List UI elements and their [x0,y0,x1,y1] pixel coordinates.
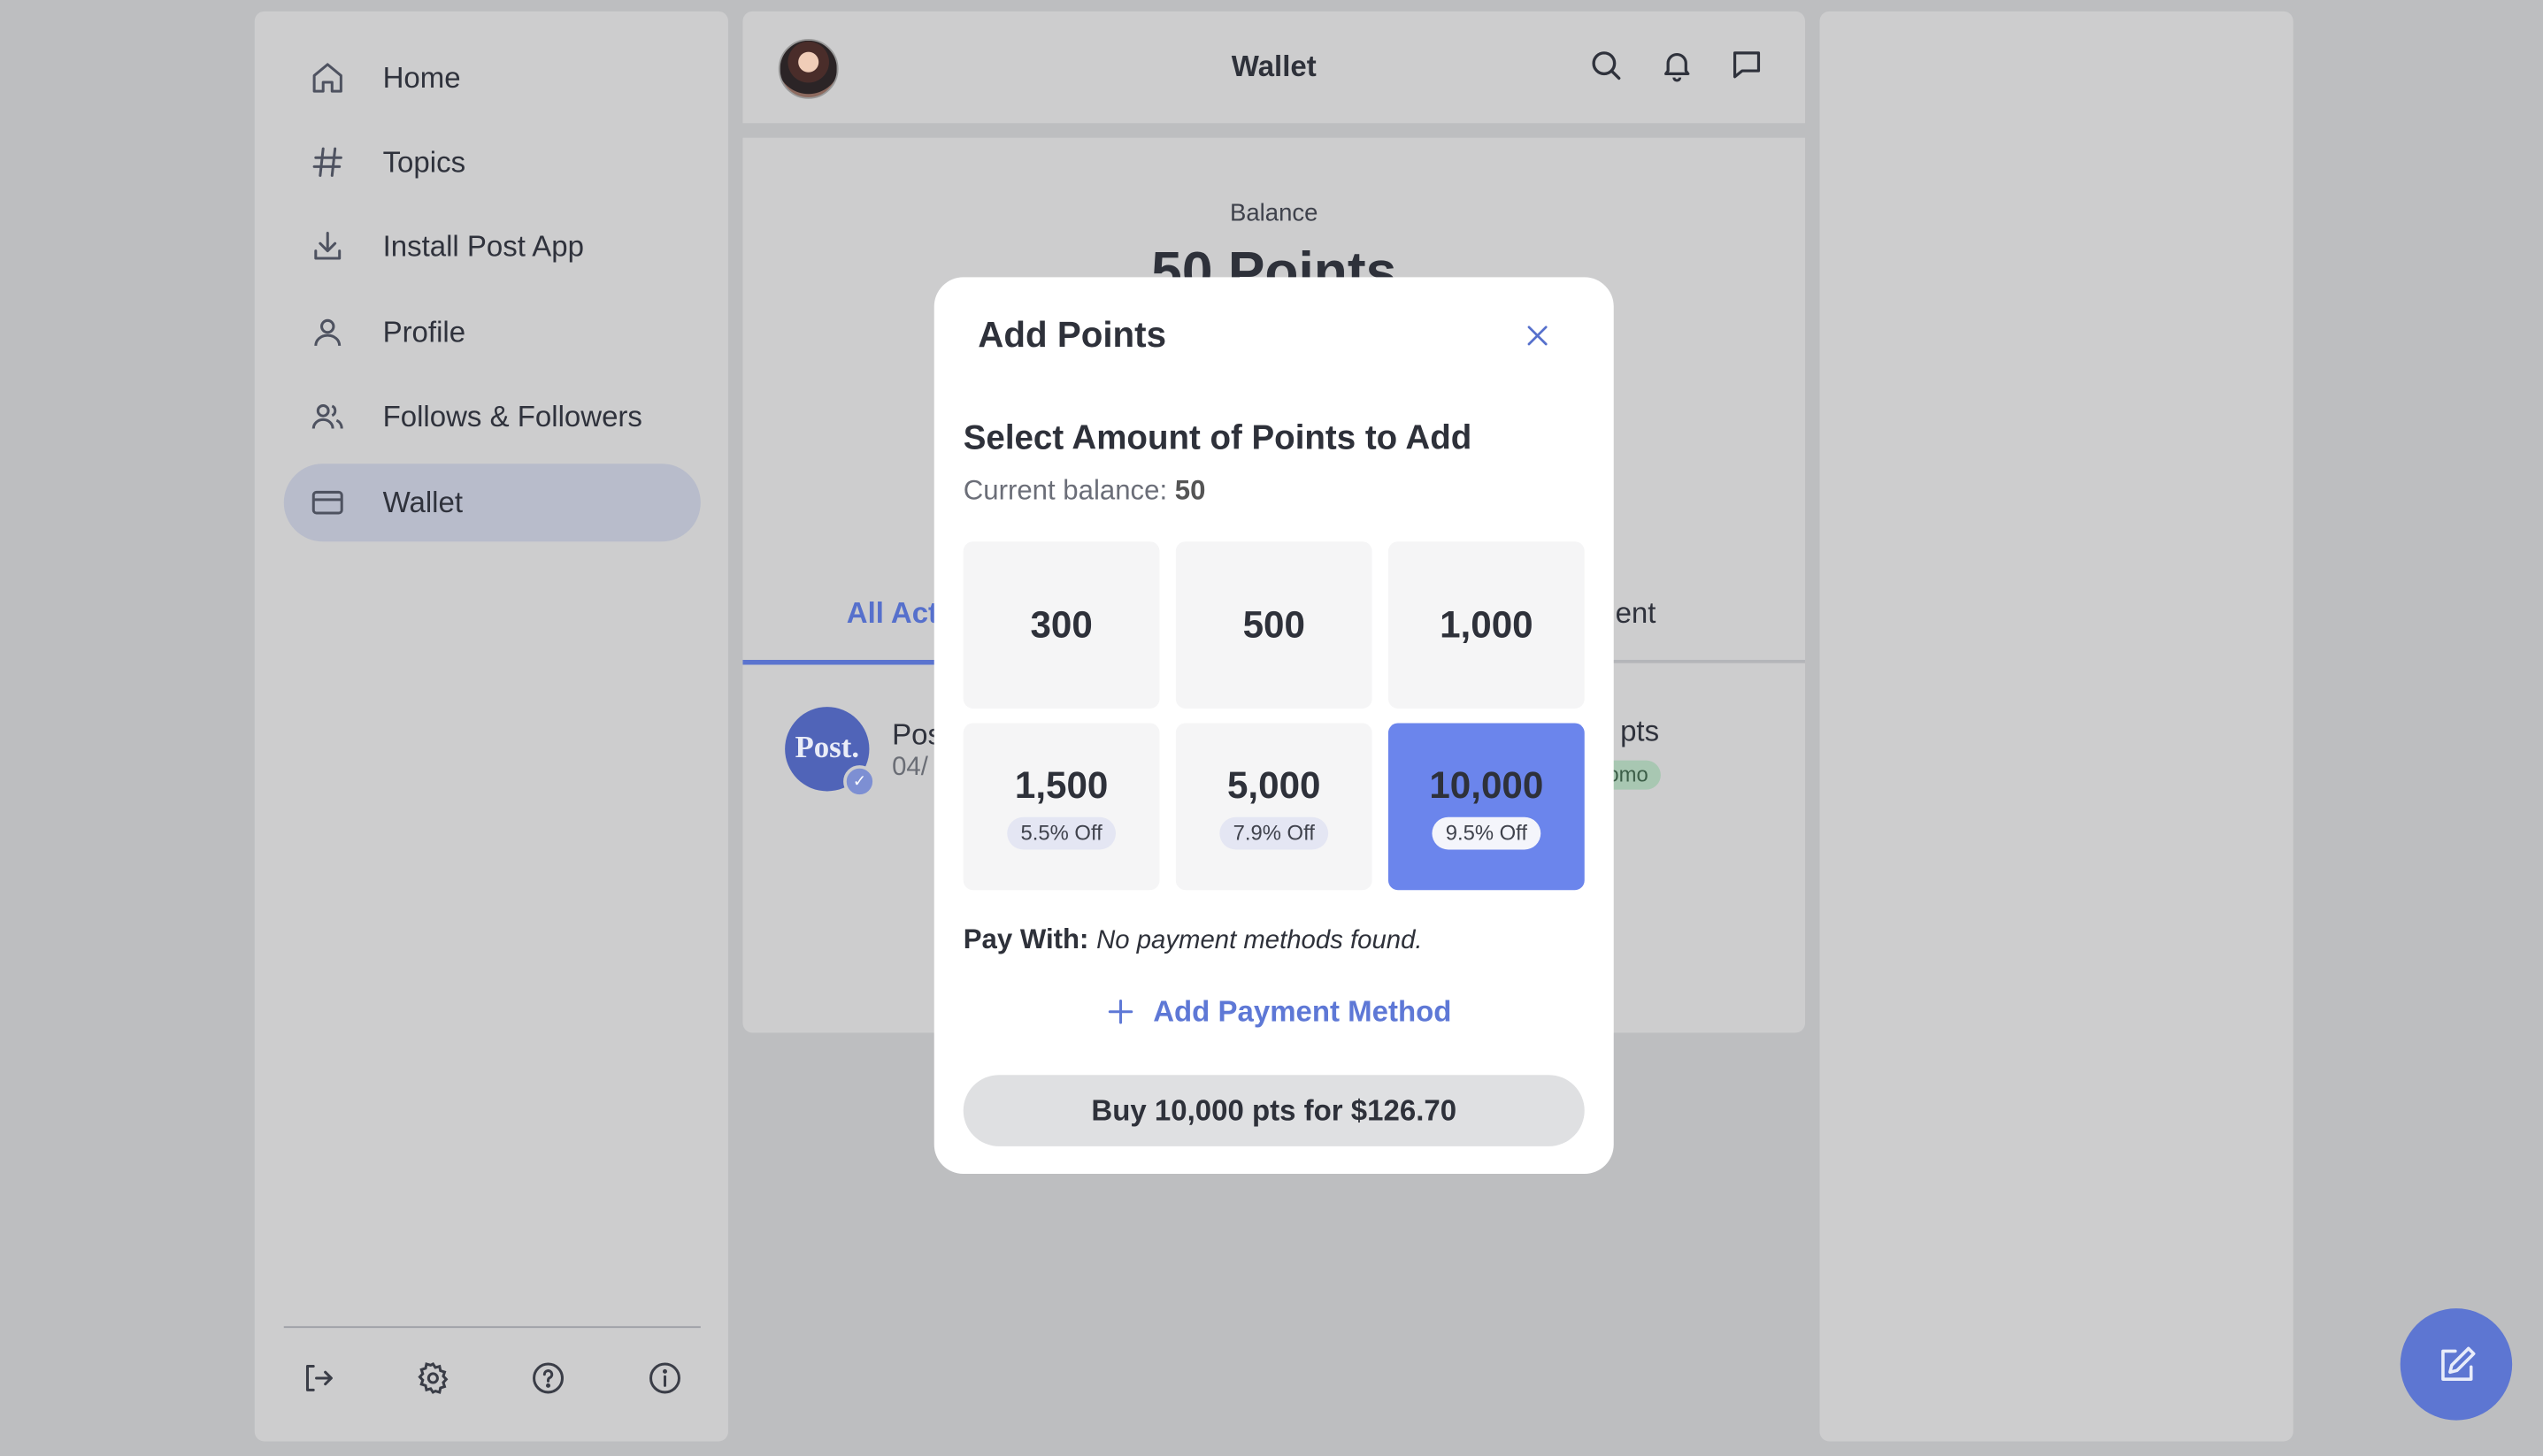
close-icon[interactable] [1518,316,1557,355]
compose-button[interactable] [2400,1308,2513,1421]
sidebar-divider [283,1326,701,1329]
points-option-5000[interactable]: 5,000 7.9% Off [1175,723,1372,891]
current-balance-label: Current balance: [963,475,1168,506]
transaction-points: pts [1620,715,1660,747]
credit-card-icon [306,481,349,524]
sidebar-item-topics[interactable]: Topics [284,123,701,201]
add-points-modal: Add Points Select Amount of Points to Ad… [933,277,1614,1175]
modal-title: Add Points [978,314,1167,356]
settings-gear-icon[interactable] [412,1357,455,1399]
sidebar-item-label: Home [382,60,461,94]
sidebar-item-install-post-app[interactable]: Install Post App [284,208,701,286]
search-icon[interactable] [1587,47,1626,86]
points-option-300[interactable]: 300 [963,541,1160,709]
sidebar-item-home[interactable]: Home [284,39,701,117]
home-icon [306,57,349,99]
sidebar-item-label: Topics [382,145,466,178]
tab-other[interactable]: ent [1616,597,1656,631]
help-icon[interactable] [527,1357,570,1399]
sidebar-item-label: Profile [382,315,466,349]
select-amount-heading: Select Amount of Points to Add [963,419,1472,457]
points-option-amount: 10,000 [1429,763,1544,806]
points-option-amount: 300 [1030,602,1093,646]
points-option-1000[interactable]: 1,000 [1387,541,1585,709]
discount-badge: 5.5% Off [1007,816,1116,850]
page-title: Wallet [1231,50,1317,83]
add-payment-method-button[interactable]: Add Payment Method [1104,991,1451,1033]
sidebar: Home Topics Install Post App Profile Fol… [254,11,728,1442]
bell-icon[interactable] [1659,47,1698,86]
top-header: Wallet [742,11,1806,124]
pay-with: Pay With: No payment methods found. [964,924,1423,957]
sidebar-item-profile[interactable]: Profile [284,294,701,372]
balance-label: Balance [1230,199,1318,227]
sidebar-item-label: Wallet [382,485,464,518]
sidebar-item-label: Install Post App [382,229,584,263]
edit-icon [2435,1344,2478,1386]
discount-badge: 9.5% Off [1433,816,1540,850]
points-option-amount: 5,000 [1226,763,1321,806]
pay-with-value: No payment methods found. [1096,927,1423,955]
tab-active-underline [742,659,954,665]
users-icon [306,395,349,438]
sidebar-item-label: Follows & Followers [382,399,642,433]
discount-badge: 7.9% Off [1219,816,1328,850]
pay-with-label: Pay With: [963,923,1089,955]
sidebar-item-wallet[interactable]: Wallet [283,464,701,542]
download-icon [306,226,349,268]
user-icon [306,311,349,354]
transaction-date: 04/ [892,754,928,782]
hash-icon [306,141,349,183]
tab-all-activity[interactable]: All Act [847,597,938,631]
message-icon[interactable] [1729,47,1768,86]
right-column [1819,11,2293,1442]
buy-points-button[interactable]: Buy 10,000 pts for $126.70 [963,1075,1585,1146]
plus-icon [1104,995,1137,1028]
sidebar-item-follows-followers[interactable]: Follows & Followers [284,378,701,456]
points-option-500[interactable]: 500 [1175,541,1372,709]
verified-check-icon: ✓ [843,765,876,798]
current-balance: Current balance: 50 [964,475,1206,508]
info-icon[interactable] [644,1357,687,1399]
points-option-amount: 500 [1242,602,1305,646]
points-option-amount: 1,500 [1014,763,1109,806]
points-option-1500[interactable]: 1,500 5.5% Off [963,723,1160,891]
points-option-amount: 1,000 [1440,602,1533,646]
logout-icon[interactable] [296,1357,339,1399]
current-balance-value: 50 [1174,475,1206,506]
add-payment-method-label: Add Payment Method [1153,994,1452,1028]
points-option-10000[interactable]: 10,000 9.5% Off [1387,723,1585,891]
